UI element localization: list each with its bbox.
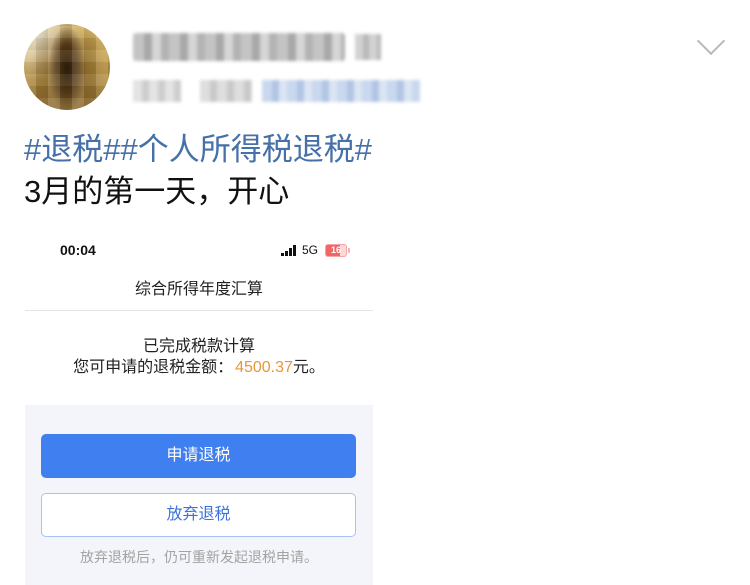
post-image[interactable]: 00:04 5G 16 综合所得年度汇算 已完成税款计算 您可申请的退税金额： 4…: [25, 232, 373, 585]
signal-icon: [281, 245, 296, 256]
divider: [25, 310, 373, 311]
apply-refund-button: 申请退税: [41, 434, 356, 478]
post-meta-redacted: [133, 79, 420, 103]
post-text: 3月的第一天，开心: [24, 174, 290, 209]
hashtag-line: #退税##个人所得税退税#: [24, 131, 372, 169]
refund-amount-line: 您可申请的退税金额： 4500.37元。: [25, 358, 373, 378]
result-title: 已完成税款计算: [142, 338, 255, 355]
author-name-redacted[interactable]: [133, 32, 381, 62]
status-bar-time: 00:04: [60, 242, 96, 258]
redacted-source-link: [262, 80, 420, 102]
action-area: 申请退税 放弃退税 放弃退税后，仍可重新发起退税申请。: [25, 405, 373, 585]
redacted-time: [133, 80, 181, 102]
hashtag-link[interactable]: #退税#: [24, 132, 120, 167]
refund-unit: 元。: [292, 359, 325, 376]
hashtag-link[interactable]: #个人所得税退税#: [120, 132, 371, 167]
abandon-refund-button: 放弃退税: [41, 493, 356, 537]
network-type: 5G: [302, 243, 319, 257]
redacted-meta: [200, 80, 252, 102]
avatar[interactable]: [24, 24, 110, 110]
page-title: 综合所得年度汇算: [134, 281, 263, 298]
battery-icon: 16: [325, 244, 350, 257]
chevron-down-icon[interactable]: [696, 26, 726, 56]
refund-label: 您可申请的退税金额：: [73, 359, 234, 376]
refund-amount: 4500.37: [235, 359, 293, 376]
redacted-name-text: [133, 33, 345, 61]
redacted-badge: [355, 34, 381, 60]
abandon-note: 放弃退税后，仍可重新发起退税申请。: [80, 549, 318, 565]
